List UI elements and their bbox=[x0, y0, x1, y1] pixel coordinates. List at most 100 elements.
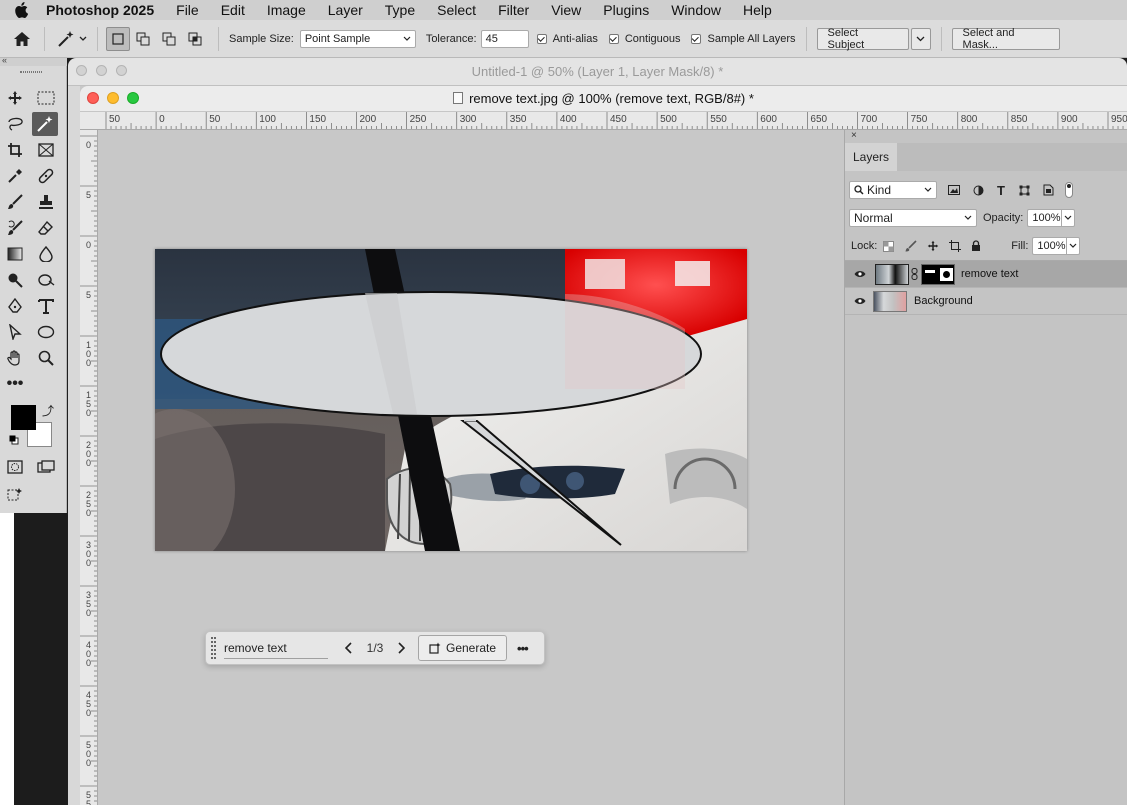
filter-smart-object-icon[interactable] bbox=[1043, 184, 1057, 196]
lock-artboard-icon[interactable] bbox=[949, 240, 962, 252]
layer-thumbnail[interactable] bbox=[873, 290, 907, 312]
filter-type-icon[interactable]: T bbox=[997, 183, 1011, 198]
layer-row-background[interactable]: Background bbox=[845, 288, 1127, 315]
drag-handle[interactable] bbox=[211, 637, 216, 659]
layer-name[interactable]: Background bbox=[914, 295, 973, 307]
magic-wand-tool-preset-icon[interactable] bbox=[55, 30, 77, 48]
fill-dropdown[interactable] bbox=[1066, 237, 1081, 255]
canvas-area[interactable]: remove text 1/3 Generate ••• bbox=[99, 131, 845, 805]
collapse-icon[interactable]: « bbox=[2, 55, 7, 65]
document-image[interactable] bbox=[155, 249, 747, 551]
intersect-selection-icon[interactable] bbox=[182, 27, 208, 51]
link-icon[interactable] bbox=[911, 268, 919, 280]
swap-colors-icon[interactable]: ⤴ bbox=[42, 402, 54, 419]
type-tool-icon[interactable] bbox=[33, 294, 59, 318]
rectangular-marquee-tool-icon[interactable] bbox=[33, 86, 59, 110]
fill-input[interactable]: 100% bbox=[1032, 237, 1067, 255]
visibility-eye-icon[interactable] bbox=[854, 297, 866, 305]
document-title-bar[interactable]: remove text.jpg @ 100% (remove text, RGB… bbox=[80, 86, 1127, 112]
menu-edit[interactable]: Edit bbox=[210, 2, 256, 18]
close-panel-icon[interactable]: × bbox=[851, 130, 857, 141]
layer-row-remove-text[interactable]: remove text bbox=[845, 261, 1127, 288]
add-to-selection-icon[interactable] bbox=[130, 27, 156, 51]
move-tool-icon[interactable] bbox=[2, 86, 28, 110]
path-selection-tool-icon[interactable] bbox=[2, 320, 28, 344]
background-window-edge bbox=[68, 86, 80, 805]
filter-kind-select[interactable]: Kind bbox=[849, 181, 937, 199]
smudge-tool-icon[interactable] bbox=[33, 268, 59, 292]
select-subject-dropdown[interactable] bbox=[910, 27, 931, 50]
menu-type[interactable]: Type bbox=[374, 2, 426, 18]
hand-tool-icon[interactable] bbox=[2, 346, 28, 370]
eraser-tool-icon[interactable] bbox=[33, 216, 59, 240]
dodge-tool-icon[interactable] bbox=[2, 268, 28, 292]
filter-shape-icon[interactable] bbox=[1019, 185, 1033, 196]
prompt-input[interactable]: remove text bbox=[224, 637, 328, 659]
menu-view[interactable]: View bbox=[540, 2, 592, 18]
menu-select[interactable]: Select bbox=[426, 2, 487, 18]
more-options-icon[interactable]: ••• bbox=[517, 641, 529, 656]
brush-tool-icon[interactable] bbox=[2, 190, 28, 214]
blend-mode-select[interactable]: Normal bbox=[849, 209, 977, 227]
filter-adjustment-icon[interactable] bbox=[973, 185, 987, 196]
frame-tool-icon[interactable] bbox=[33, 138, 59, 162]
pen-tool-icon[interactable] bbox=[2, 294, 28, 318]
menu-layer[interactable]: Layer bbox=[317, 2, 374, 18]
layer-thumbnail[interactable] bbox=[875, 263, 909, 285]
lock-all-icon[interactable] bbox=[971, 240, 981, 252]
menu-help[interactable]: Help bbox=[732, 2, 783, 18]
filter-toggle[interactable] bbox=[1065, 182, 1073, 198]
magic-wand-tool-icon[interactable] bbox=[32, 112, 58, 136]
contiguous-checkbox[interactable]: Contiguous bbox=[608, 33, 680, 45]
visibility-eye-icon[interactable] bbox=[854, 270, 866, 278]
healing-brush-tool-icon[interactable] bbox=[33, 164, 59, 188]
menu-file[interactable]: File bbox=[165, 2, 210, 18]
ellipse-tool-icon[interactable] bbox=[33, 320, 59, 344]
menu-image[interactable]: Image bbox=[256, 2, 317, 18]
menu-filter[interactable]: Filter bbox=[487, 2, 540, 18]
tolerance-input[interactable]: 45 bbox=[480, 29, 529, 48]
lock-image-pixels-icon[interactable] bbox=[905, 240, 917, 252]
horizontal-ruler[interactable]: 50 0 50 100 150 200 250 300 350 400 450 500 550 600 65… bbox=[80, 112, 1127, 130]
background-document-window[interactable]: Untitled-1 @ 50% (Layer 1, Layer Mask/8)… bbox=[68, 58, 1127, 86]
gradient-tool-icon[interactable] bbox=[2, 242, 28, 266]
opacity-dropdown[interactable] bbox=[1061, 209, 1076, 227]
default-colors-icon[interactable] bbox=[9, 434, 19, 445]
generate-button[interactable]: Generate bbox=[418, 635, 508, 661]
next-variation-icon[interactable] bbox=[388, 642, 414, 654]
vertical-ruler[interactable]: 0505100150200250300350400450500550 bbox=[80, 130, 98, 805]
chevron-down-icon[interactable] bbox=[77, 36, 89, 42]
menu-window[interactable]: Window bbox=[660, 2, 732, 18]
anti-alias-checkbox[interactable]: Anti-alias bbox=[536, 33, 598, 45]
apple-icon[interactable] bbox=[14, 2, 34, 18]
home-icon[interactable] bbox=[10, 31, 34, 47]
eyedropper-tool-icon[interactable] bbox=[2, 164, 28, 188]
menu-app-name[interactable]: Photoshop 2025 bbox=[46, 2, 165, 18]
blur-tool-icon[interactable] bbox=[33, 242, 59, 266]
tab-layers[interactable]: Layers bbox=[845, 143, 897, 171]
layer-name[interactable]: remove text bbox=[961, 268, 1018, 280]
zoom-tool-icon[interactable] bbox=[33, 346, 59, 370]
ruler-label: 5 bbox=[86, 190, 91, 200]
crop-tool-icon[interactable] bbox=[2, 138, 28, 162]
quick-mask-icon[interactable] bbox=[2, 455, 28, 479]
select-and-mask-button[interactable]: Select and Mask... bbox=[951, 27, 1060, 51]
history-brush-tool-icon[interactable] bbox=[2, 216, 28, 240]
lock-position-icon[interactable] bbox=[927, 240, 939, 252]
previous-variation-icon[interactable] bbox=[336, 642, 362, 654]
layer-mask-thumbnail[interactable] bbox=[921, 263, 955, 285]
select-subject-button[interactable]: Select Subject bbox=[816, 27, 909, 51]
lock-transparent-pixels-icon[interactable] bbox=[883, 240, 895, 252]
new-selection-icon[interactable] bbox=[106, 26, 130, 51]
opacity-input[interactable]: 100% bbox=[1027, 209, 1062, 227]
clone-stamp-tool-icon[interactable] bbox=[33, 190, 59, 214]
sample-all-layers-checkbox[interactable]: Sample All Layers bbox=[691, 33, 796, 45]
filter-pixel-icon[interactable] bbox=[948, 185, 962, 195]
more-tools-icon[interactable]: ••• bbox=[2, 372, 28, 396]
sample-size-select[interactable]: Point Sample bbox=[299, 29, 416, 48]
edit-toolbar-icon[interactable] bbox=[2, 483, 28, 507]
lasso-tool-icon[interactable] bbox=[2, 112, 28, 136]
screen-mode-icon[interactable] bbox=[33, 455, 59, 479]
subtract-from-selection-icon[interactable] bbox=[156, 27, 182, 51]
menu-plugins[interactable]: Plugins bbox=[592, 2, 660, 18]
